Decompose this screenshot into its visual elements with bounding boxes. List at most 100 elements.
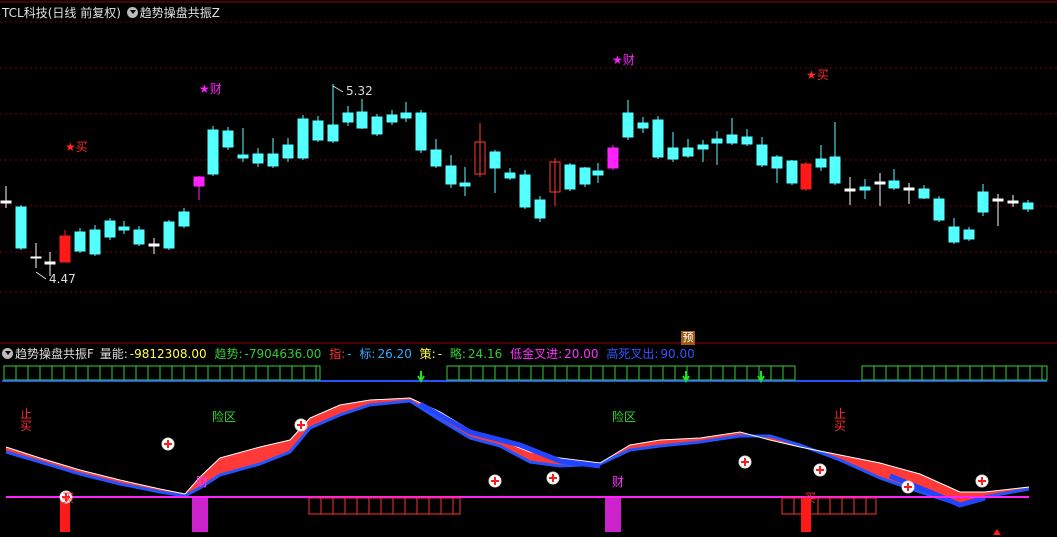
- candle-body: [859, 186, 871, 191]
- dropdown-circle-icon[interactable]: [2, 348, 13, 359]
- candle-body: [504, 172, 516, 179]
- candle-body: [133, 229, 145, 245]
- candle-body: [327, 124, 339, 142]
- candle-body: [800, 163, 812, 190]
- ind-val-6: 低金叉进: 20.00: [510, 347, 599, 361]
- zone-stop-buy-1: 止 买: [20, 407, 33, 433]
- candle-body: [622, 112, 634, 138]
- ind-val-5: 略: 24.16: [449, 347, 503, 361]
- candle-body: [489, 151, 501, 169]
- candle-body: [237, 154, 249, 159]
- candle-body: [163, 221, 175, 249]
- candle-body: [815, 158, 827, 168]
- low-pointer: [35, 271, 47, 280]
- ind-val-3: 标: 26.20: [359, 347, 412, 361]
- candle-body: [933, 198, 945, 221]
- indicator-name[interactable]: 趋势操盘共振F: [15, 347, 94, 361]
- signal-box-2: [781, 497, 877, 515]
- candle-body: [874, 181, 886, 185]
- candle-body: [564, 164, 576, 190]
- candle-body: [918, 188, 930, 199]
- candle-body: [342, 112, 354, 123]
- ind-val-0: 量能: -9812308.00: [99, 347, 207, 361]
- signal-box-1: [308, 497, 461, 515]
- candle-body: [430, 149, 442, 167]
- candle-body: [579, 167, 591, 185]
- candle-body: [207, 129, 219, 175]
- candle-body: [282, 144, 294, 159]
- candle-body: [697, 144, 709, 150]
- candle-body: [667, 147, 679, 160]
- candle-body: [607, 147, 619, 169]
- candle-body: [356, 111, 368, 129]
- ind-val-7: 高死叉出: 90.00: [606, 347, 695, 361]
- candle-body: [297, 118, 309, 159]
- candle-body: [592, 170, 604, 176]
- candle-body: [519, 174, 531, 208]
- indicator-title-bar: 趋势操盘共振F 量能: -9812308.00 趋势: -7904636.00 指:…: [2, 345, 699, 363]
- candle-body: [59, 235, 71, 263]
- candle-body: [726, 134, 738, 144]
- candle-body: [118, 226, 130, 231]
- candle-body: [15, 206, 27, 249]
- candle-body: [312, 120, 324, 141]
- cai-volume-bar: [192, 498, 208, 532]
- candle-body: [637, 122, 649, 129]
- candle-body: [445, 165, 457, 185]
- candle-body: [178, 211, 190, 227]
- candle-body: [888, 180, 900, 189]
- signal-buy-2: ★买: [806, 68, 829, 82]
- candle-body: [711, 138, 723, 144]
- candle-body: [534, 199, 546, 219]
- signal-block-1: [3, 365, 321, 381]
- candle-body: [89, 229, 101, 255]
- candle-body: [148, 243, 160, 247]
- down-arrow-icon: [417, 371, 425, 383]
- candle-body: [786, 160, 798, 184]
- high-pointer: [332, 85, 344, 93]
- high-price-label: 5.32: [346, 84, 373, 98]
- candle-body: [193, 176, 205, 187]
- zone-risk-1: 险区: [212, 410, 237, 424]
- zone-risk-2: 险区: [612, 410, 637, 424]
- ind-val-1: 趋势: -7904636.00: [214, 347, 322, 361]
- candle-body: [459, 182, 471, 187]
- forecast-badge[interactable]: 预: [681, 331, 695, 345]
- candle-body: [903, 187, 915, 191]
- signal-block-2: [446, 365, 796, 381]
- candle-body: [1007, 200, 1019, 204]
- cai-volume-bar: [605, 498, 621, 532]
- candle-body: [371, 116, 383, 135]
- candle-body: [682, 147, 694, 157]
- low-price-label: 4.47: [49, 272, 76, 286]
- candle-body: [0, 200, 12, 204]
- ind-cai-1: 财: [196, 475, 209, 489]
- candle-body: [267, 153, 279, 167]
- signal-cai-1: ★财: [199, 82, 222, 96]
- candle-body: [386, 114, 398, 123]
- ind-buy-2: 买: [804, 491, 817, 505]
- candle-body: [104, 220, 116, 238]
- candle-body: [74, 231, 86, 252]
- candle-body: [992, 198, 1004, 202]
- candle-body: [1022, 202, 1034, 210]
- signal-buy-1: ★买: [65, 140, 88, 154]
- candle-body: [222, 130, 234, 148]
- candle-body: [948, 226, 960, 243]
- candle-body: [741, 136, 753, 145]
- ind-val-4: 策: -: [419, 347, 443, 361]
- ind-cai-2: 财: [612, 475, 625, 489]
- candle-body: [829, 156, 841, 184]
- candle-body: [771, 156, 783, 169]
- candle-body: [415, 112, 427, 151]
- signal-block-3: [861, 365, 1048, 381]
- kline-chart[interactable]: [0, 0, 1057, 537]
- candle-body: [756, 144, 768, 166]
- ind-val-2: 指: -: [329, 347, 352, 361]
- candle-body: [252, 153, 264, 164]
- signal-cai-2: ★财: [612, 53, 635, 67]
- zone-stop-buy-2: 止 买: [834, 407, 847, 433]
- ind-buy-1: 买: [62, 491, 75, 505]
- candle-body: [977, 191, 989, 213]
- candle-body: [30, 256, 42, 259]
